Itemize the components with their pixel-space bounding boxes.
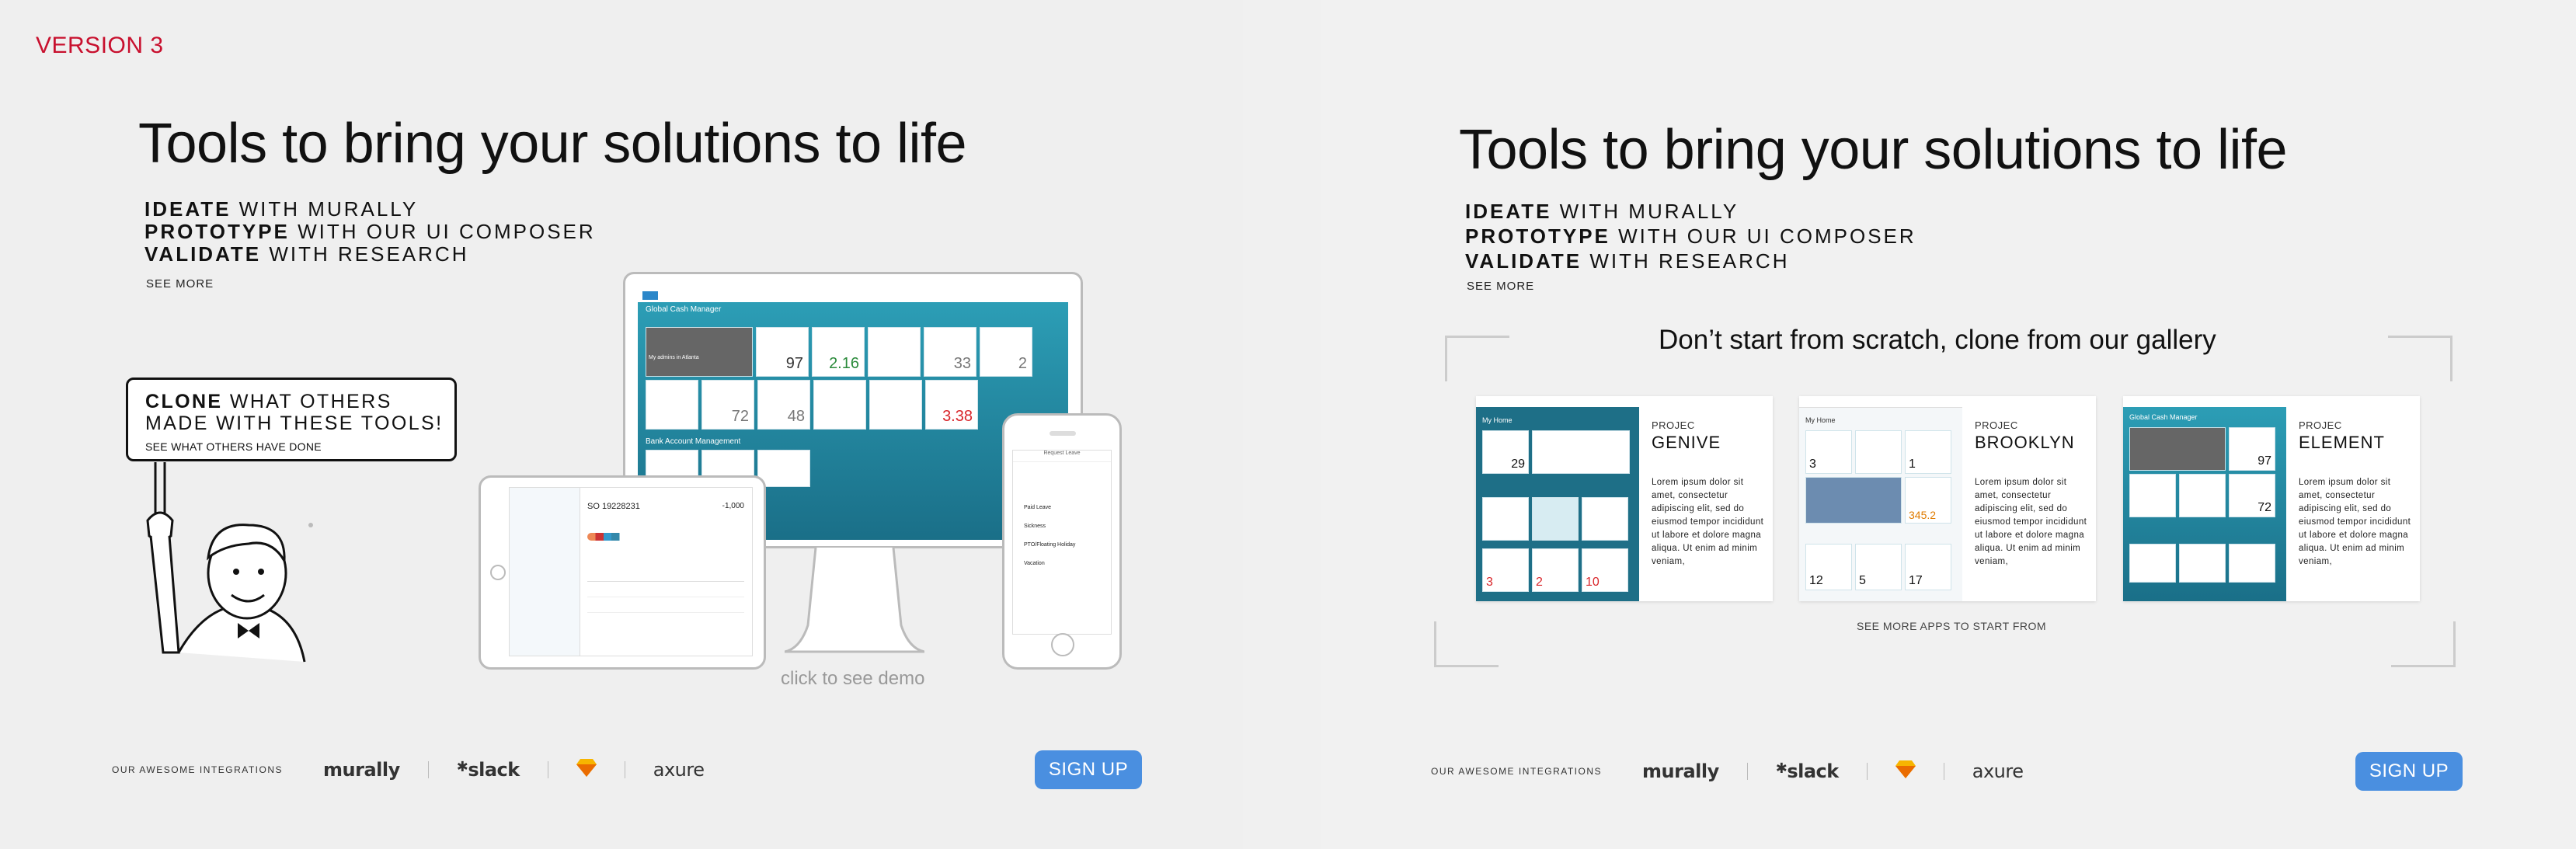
project-info: PROJEC BROOKLYN Lorem ipsum dolor sit am… (1975, 419, 2088, 569)
sketch-logo-icon[interactable] (1895, 760, 1916, 782)
project-screenshot: My Home 29 3 2 10 (1476, 396, 1639, 601)
cartoon-mascot-illustration (146, 462, 313, 663)
slack-logo[interactable]: ✱slack (1776, 760, 1840, 782)
project-info: PROJEC GENIVE Lorem ipsum dolor sit amet… (1652, 419, 1765, 569)
project-description: Lorem ipsum dolor sit amet, consectetur … (2299, 478, 2411, 566)
axure-logo[interactable]: axure (1972, 760, 2024, 782)
page-title: Tools to bring your solutions to life (138, 113, 967, 175)
axure-logo[interactable]: axure (653, 759, 705, 781)
see-more-link[interactable]: SEE MORE (1467, 280, 1534, 293)
page-title: Tools to bring your solutions to life (1459, 119, 2288, 181)
clone-heading: CLONE WHAT OTHERS MADE WITH THESE TOOLS! (145, 391, 444, 434)
project-name: ELEMENT (2299, 433, 2385, 452)
integrations-label: OUR AWESOME INTEGRATIONS (112, 764, 284, 775)
project-description: Lorem ipsum dolor sit amet, consectetur … (1975, 478, 2087, 566)
tablet-screen: SO 19228231 -1,000 (509, 487, 753, 656)
project-info: PROJEC ELEMENT Lorem ipsum dolor sit ame… (2299, 419, 2412, 569)
frame-corner (1434, 621, 1499, 667)
project-name: GENIVE (1652, 433, 1721, 452)
version-3-panel: VERSION 3 Tools to bring your solutions … (0, 0, 1243, 849)
tablet-device[interactable]: SO 19228231 -1,000 (479, 475, 766, 670)
tagline-ideate: IDEATE WITH MURALLY (144, 197, 419, 221)
integrations-bar: OUR AWESOME INTEGRATIONS murally ✱slack … (1431, 760, 2024, 782)
desktop-section-title: Bank Account Management (646, 437, 741, 446)
gallery-title: Don’t start from scratch, clone from our… (1659, 325, 2216, 355)
tagline-validate: VALIDATE WITH RESEARCH (1465, 249, 1790, 273)
clone-callout[interactable]: CLONE WHAT OTHERS MADE WITH THESE TOOLS! … (126, 378, 457, 461)
slack-logo[interactable]: ✱slack (457, 759, 520, 781)
integrations-label: OUR AWESOME INTEGRATIONS (1431, 765, 1603, 777)
project-screenshot: Global Cash Manager 97 72 (2123, 396, 2286, 601)
phone-device[interactable]: Request Leave Paid Leave Sickness PTO/Fl… (1002, 413, 1122, 670)
murally-logo[interactable]: murally (1642, 760, 1719, 782)
project-card-brooklyn[interactable]: My Home 3 1 345.2 12 5 17 PROJEC BROOKLY… (1799, 396, 2096, 601)
murally-logo[interactable]: murally (323, 759, 400, 781)
project-screenshot: My Home 3 1 345.2 12 5 17 (1799, 396, 1962, 601)
monitor-stand (785, 548, 924, 653)
see-more-link[interactable]: SEE MORE (146, 277, 214, 291)
frame-corner (2391, 621, 2456, 667)
project-description: Lorem ipsum dolor sit amet, consectetur … (1652, 478, 1764, 566)
integrations-bar: OUR AWESOME INTEGRATIONS murally ✱slack … (112, 758, 705, 781)
taglines: IDEATE WITH MURALLY PROTOTYPE WITH OUR U… (144, 198, 596, 266)
frame-corner (1445, 336, 1509, 381)
desktop-app-title: Global Cash Manager (646, 305, 722, 314)
sketch-logo-icon[interactable] (576, 758, 597, 781)
see-what-others-link[interactable]: SEE WHAT OTHERS HAVE DONE (145, 440, 437, 453)
tagline-prototype: PROTOTYPE WITH OUR UI COMPOSER (144, 220, 596, 243)
version-label: VERSION 3 (36, 33, 164, 58)
taglines: IDEATE WITH MURALLY PROTOTYPE WITH OUR U… (1465, 200, 1916, 273)
sign-up-button[interactable]: SIGN UP (1035, 750, 1142, 789)
frame-corner (2388, 336, 2452, 381)
sign-up-button[interactable]: SIGN UP (2355, 752, 2463, 791)
project-name: BROOKLYN (1975, 433, 2075, 452)
see-more-apps-link[interactable]: SEE MORE APPS TO START FROM (1857, 620, 2046, 632)
phone-screen: Request Leave Paid Leave Sickness PTO/Fl… (1012, 450, 1112, 635)
project-card-element[interactable]: Global Cash Manager 97 72 PROJEC ELEMENT… (2123, 396, 2420, 601)
project-card-genive[interactable]: My Home 29 3 2 10 PROJEC GENIVE Lorem ip… (1476, 396, 1773, 601)
tagline-validate: VALIDATE WITH RESEARCH (144, 242, 469, 266)
see-demo-link[interactable]: click to see demo (781, 668, 924, 690)
tagline-ideate: IDEATE WITH MURALLY (1465, 200, 1739, 223)
tagline-prototype: PROTOTYPE WITH OUR UI COMPOSER (1465, 224, 1916, 248)
